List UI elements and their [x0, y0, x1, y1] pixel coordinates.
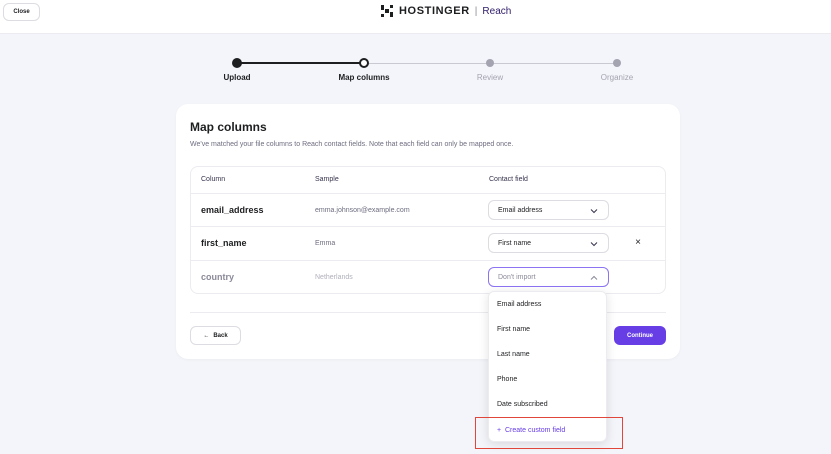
hostinger-logo-icon	[381, 5, 393, 17]
contact-field-select-open[interactable]: Don't import	[488, 267, 609, 287]
step-dot-organize	[613, 59, 621, 67]
step-label-review: Review	[476, 73, 504, 82]
continue-button[interactable]: Continue	[614, 326, 666, 345]
brand-name: HOSTINGER	[399, 5, 470, 17]
row-divider	[191, 226, 665, 227]
chevron-down-icon	[590, 242, 598, 247]
step-label-upload: Upload	[223, 73, 251, 82]
card-description: We've matched your file columns to Reach…	[190, 141, 514, 148]
brand-separator: |	[474, 5, 478, 17]
dropdown-option-date-subscribed[interactable]: Date subscribed	[497, 401, 548, 408]
remove-mapping-button[interactable]: ×	[632, 237, 644, 249]
header-sample: Sample	[315, 176, 339, 183]
arrow-left-icon: ←	[203, 332, 210, 339]
back-label: Back	[213, 332, 228, 339]
column-name: first_name	[201, 238, 247, 248]
row-divider	[191, 193, 665, 194]
dropdown-option-last-name[interactable]: Last name	[497, 351, 530, 358]
sample-value: Emma	[315, 240, 336, 247]
mapping-table: Column Sample Contact field email_addres…	[190, 166, 666, 294]
sample-value: Netherlands	[315, 274, 353, 281]
step-dot-upload	[232, 58, 242, 68]
sample-value: emma.johnson@example.com	[315, 207, 410, 214]
column-name: email_address	[201, 205, 264, 215]
dropdown-option-email-address[interactable]: Email address	[497, 301, 541, 308]
highlight-box	[475, 417, 623, 449]
contact-field-select[interactable]: First name	[488, 233, 609, 253]
step-label-map-columns: Map columns	[338, 73, 390, 82]
card-title: Map columns	[190, 120, 267, 134]
header-contact-field: Contact field	[489, 176, 528, 183]
step-label-organize: Organize	[600, 73, 634, 82]
brand: HOSTINGER | Reach	[380, 4, 511, 18]
row-divider	[191, 260, 665, 261]
chevron-up-icon	[590, 275, 598, 280]
column-name: country	[201, 272, 235, 282]
select-value: First name	[498, 239, 532, 247]
select-value: Email address	[498, 206, 543, 214]
step-dot-review	[486, 59, 494, 67]
dropdown-option-phone[interactable]: Phone	[497, 376, 517, 383]
step-dot-map-columns	[359, 58, 369, 68]
brand-product: Reach	[482, 5, 512, 17]
back-button[interactable]: ← Back	[190, 326, 241, 345]
step-line-done	[237, 62, 364, 64]
close-button[interactable]: Close	[3, 3, 40, 21]
chevron-down-icon	[590, 209, 598, 214]
select-value: Don't import	[498, 273, 536, 281]
top-bar: Close HOSTINGER | Reach	[0, 0, 831, 34]
dropdown-option-first-name[interactable]: First name	[497, 326, 530, 333]
contact-field-select[interactable]: Email address	[488, 200, 609, 220]
header-column: Column	[201, 176, 226, 183]
